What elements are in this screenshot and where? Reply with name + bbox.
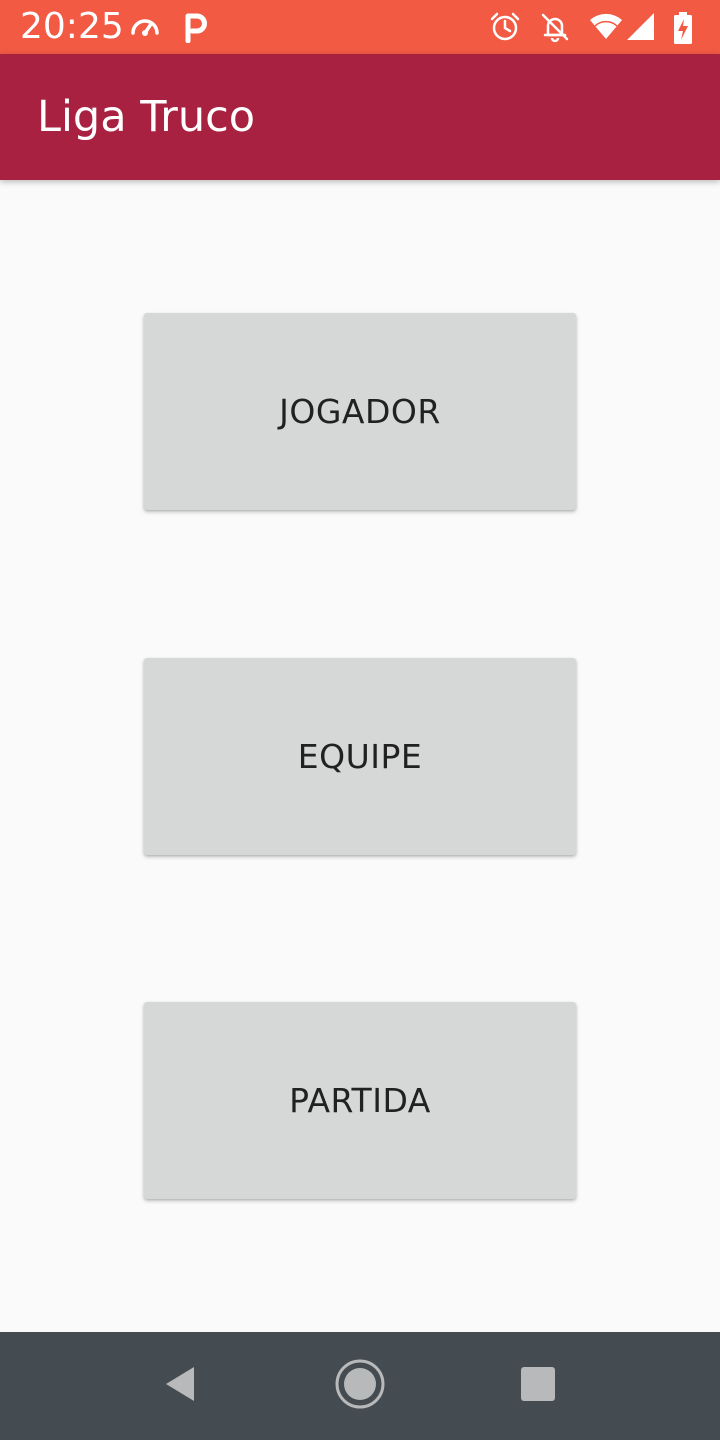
jogador-button-label: JOGADOR (279, 392, 441, 431)
status-bar: 20:25 (0, 0, 720, 54)
wifi-icon (589, 11, 622, 43)
partida-button[interactable]: PARTIDA (144, 1002, 576, 1199)
battery-charging-icon (670, 11, 702, 44)
app-bar: Liga Truco (0, 54, 720, 180)
home-button[interactable] (332, 1358, 388, 1414)
recents-button[interactable] (510, 1358, 566, 1414)
equipe-button[interactable]: EQUIPE (144, 658, 576, 855)
screen: 20:25 Liga Truco JOGADOR EQUIPE PARTIDA (0, 0, 720, 1440)
back-button[interactable] (152, 1358, 208, 1414)
alarm-icon (489, 11, 521, 43)
recents-icon (520, 1366, 556, 1407)
jogador-button[interactable]: JOGADOR (144, 313, 576, 510)
back-icon (160, 1364, 200, 1409)
navigation-bar (0, 1332, 720, 1440)
partida-button-label: PARTIDA (289, 1081, 431, 1120)
home-icon (334, 1358, 386, 1415)
equipe-button-label: EQUIPE (297, 737, 423, 776)
status-time: 20:25 (20, 6, 124, 47)
speedometer-icon (129, 11, 161, 43)
signal-icon (625, 11, 657, 43)
app-title: Liga Truco (37, 92, 256, 142)
notifications-off-icon (539, 11, 571, 43)
parking-icon (180, 11, 212, 44)
